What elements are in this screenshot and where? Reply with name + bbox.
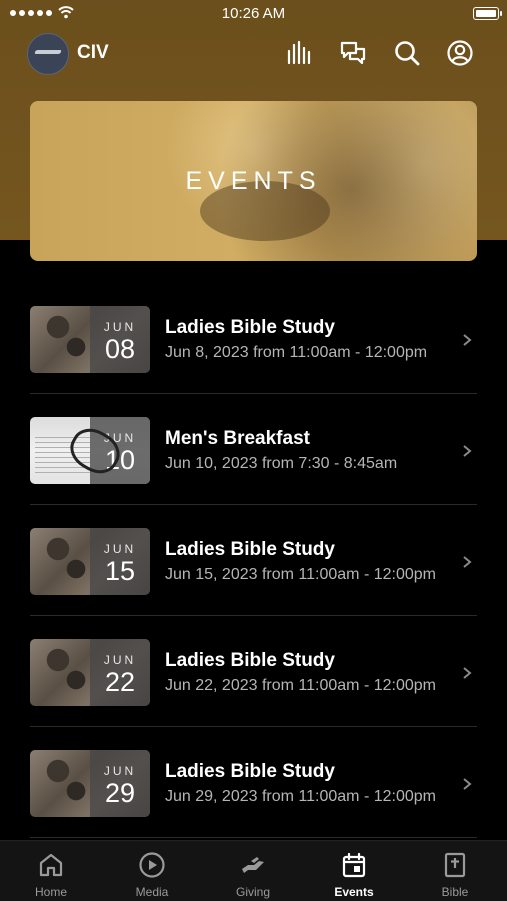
home-icon [39,853,63,877]
event-thumbnail: JUN 22 [30,639,150,706]
event-month: JUN [103,431,137,445]
org-name: CIV [77,42,109,63]
search-icon[interactable] [393,39,421,67]
event-datetime: Jun 10, 2023 from 7:30 - 8:45am [165,455,398,472]
chevron-right-icon [463,778,472,790]
events-banner: EVENTS [30,101,477,261]
event-date-badge: JUN 29 [90,750,150,817]
event-day: 29 [104,778,136,808]
event-thumbnail: JUN 29 [30,750,150,817]
event-title: Ladies Bible Study [165,317,335,338]
event-day: 15 [104,556,136,586]
tab-label: Bible [441,885,469,899]
chevron-right-icon [463,334,472,346]
account-icon[interactable] [446,39,474,67]
tab-label: Events [334,885,374,899]
giving-icon [242,857,264,873]
battery-icon [473,7,502,20]
event-datetime: Jun 29, 2023 from 11:00am - 12:00pm [165,788,436,805]
chevron-right-icon [463,445,472,457]
tab-label: Home [34,885,67,899]
event-thumbnail: JUN 08 [30,306,150,373]
event-month: JUN [103,320,137,334]
calendar-icon [342,852,366,878]
event-date-badge: JUN 08 [90,306,150,373]
event-month: JUN [103,542,137,556]
event-datetime: Jun 15, 2023 from 11:00am - 12:00pm [165,566,436,583]
tab-bar: Home Media Giving Events Bible [0,840,507,901]
banner-title: EVENTS [185,167,322,195]
chevron-right-icon [463,556,472,568]
tab-label: Media [135,885,169,899]
event-row[interactable]: JUN 22 Ladies Bible Study Jun 22, 2023 f… [0,616,507,727]
app-header: CIV [0,30,507,76]
event-date-badge: JUN 15 [90,528,150,595]
event-row[interactable]: JUN 10 Men's Breakfast Jun 10, 2023 from… [0,394,507,505]
event-day: 08 [104,334,136,364]
event-title: Ladies Bible Study [165,650,335,671]
event-month: JUN [103,653,137,667]
event-month: JUN [103,764,137,778]
event-datetime: Jun 8, 2023 from 11:00am - 12:00pm [165,344,428,361]
chevron-right-icon [463,667,472,679]
org-logo[interactable] [27,33,69,75]
event-day: 22 [104,667,136,697]
play-icon [139,852,165,878]
tab-bible[interactable]: Bible [410,841,500,901]
bible-icon [444,852,466,878]
event-title: Ladies Bible Study [165,539,335,560]
event-row[interactable]: JUN 08 Ladies Bible Study Jun 8, 2023 fr… [0,283,507,394]
event-day: 10 [104,445,136,475]
tab-label: Giving [235,885,270,899]
event-datetime: Jun 22, 2023 from 11:00am - 12:00pm [165,677,436,694]
event-date-badge: JUN 10 [90,417,150,484]
chat-icon[interactable] [339,39,367,67]
status-bar: 10:26 AM [0,0,507,28]
event-thumbnail: JUN 15 [30,528,150,595]
tab-giving[interactable]: Giving [208,841,298,901]
status-time: 10:26 AM [221,5,286,22]
tab-media[interactable]: Media [107,841,197,901]
event-row[interactable]: JUN 15 Ladies Bible Study Jun 15, 2023 f… [0,505,507,616]
event-date-badge: JUN 22 [90,639,150,706]
row-divider [30,837,477,838]
audio-bars-icon[interactable] [285,39,313,67]
event-thumbnail: JUN 10 [30,417,150,484]
tab-home[interactable]: Home [6,841,96,901]
tab-events[interactable]: Events [309,841,399,901]
event-title: Ladies Bible Study [165,761,335,782]
event-title: Men's Breakfast [165,428,310,449]
event-row[interactable]: JUN 29 Ladies Bible Study Jun 29, 2023 f… [0,727,507,838]
